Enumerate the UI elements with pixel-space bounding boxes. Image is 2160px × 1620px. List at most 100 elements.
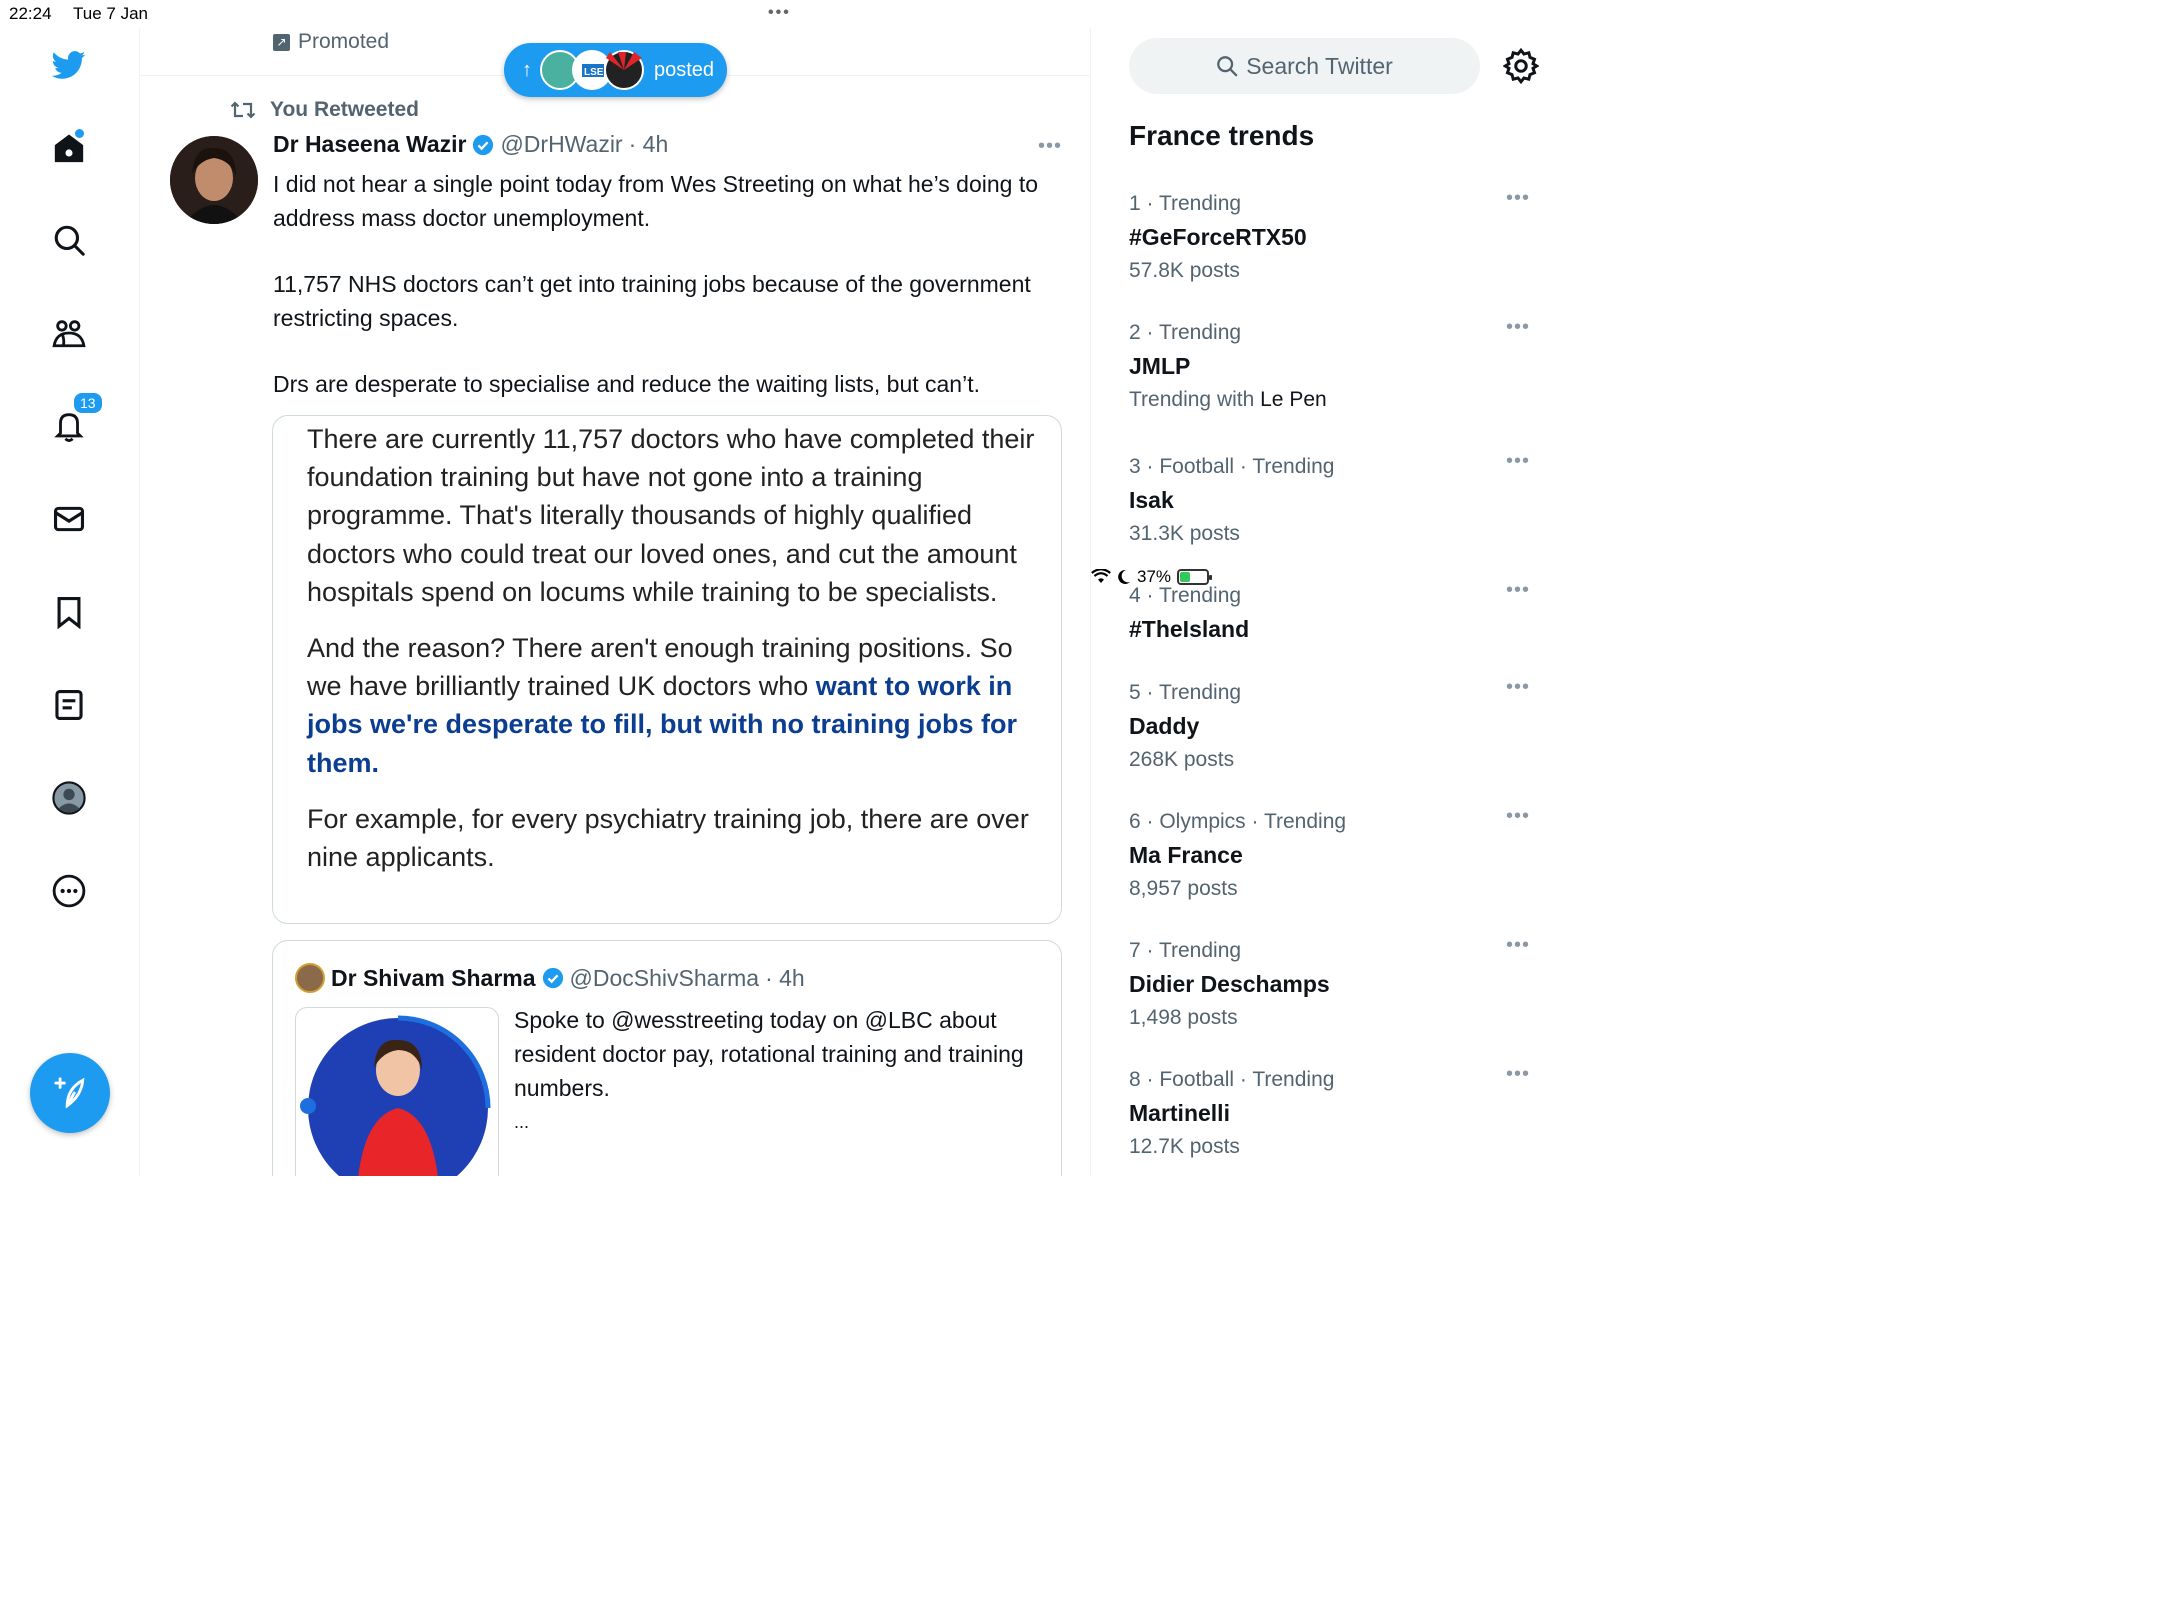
quoted-author-avatar xyxy=(295,963,325,993)
tweet-paragraph: Drs are desperate to specialise and redu… xyxy=(273,371,980,397)
trend-meta: 7 · Trending xyxy=(1129,939,1242,962)
trend-meta: 3 · Football · Trending xyxy=(1129,455,1335,478)
trend-item[interactable]: 3 · Football · Trending Isak 31.3K posts… xyxy=(1129,450,1530,550)
trend-context: Trending with Le Pen xyxy=(1129,384,1529,416)
promoted-text: Promoted xyxy=(298,30,390,53)
trend-name: Isak xyxy=(1129,487,1174,513)
trend-name: Daddy xyxy=(1129,713,1200,739)
media-paragraph: And the reason? There aren't enough trai… xyxy=(307,629,1043,782)
trend-more-icon[interactable]: ••• xyxy=(1506,187,1530,210)
trend-context-link[interactable]: Le Pen xyxy=(1260,388,1327,411)
tweet-text: I did not hear a single point today from… xyxy=(273,167,1063,433)
author-handle[interactable]: @DrHWazir xyxy=(500,131,622,158)
messages-icon[interactable] xyxy=(46,496,92,542)
posted-pill-label: posted xyxy=(654,58,715,81)
trend-posts: 268K posts xyxy=(1129,748,1235,771)
media-paragraph: There are currently 11,757 doctors who h… xyxy=(307,424,1035,607)
trend-name: Martinelli xyxy=(1129,1100,1230,1126)
trend-more-icon[interactable]: ••• xyxy=(1506,450,1530,473)
search-icon[interactable] xyxy=(46,217,92,263)
status-bar: 22:24 Tue 7 Jan ••• 37% xyxy=(0,0,1568,586)
author-name[interactable]: Dr Haseena Wazir xyxy=(273,131,466,158)
verified-icon xyxy=(542,967,563,989)
trend-meta: 5 · Trending xyxy=(1129,681,1242,704)
trend-item[interactable]: 8 · Football · Trending Martinelli 12.7K… xyxy=(1129,1063,1530,1163)
trend-name: #GeForceRTX50 xyxy=(1129,224,1307,250)
promoted-icon: ↗ xyxy=(273,33,290,51)
trend-meta: 8 · Football · Trending xyxy=(1129,1068,1335,1091)
new-posts-pill[interactable]: ↑ LSE posted xyxy=(504,43,727,97)
quoted-tweet-ellipsis: ... xyxy=(514,1112,530,1132)
author-avatar[interactable] xyxy=(170,136,258,224)
more-icon[interactable] xyxy=(46,868,92,914)
left-navigation: 13 xyxy=(0,28,140,1176)
trend-name: Ma France xyxy=(1129,842,1243,868)
notifications-icon[interactable]: 13 xyxy=(46,391,104,449)
quoted-tweet-header: Dr Shivam Sharma @DocShivSharma · 4h xyxy=(295,963,805,993)
trend-meta: 2 · Trending xyxy=(1129,321,1242,344)
trend-more-icon[interactable]: ••• xyxy=(1506,316,1530,339)
pill-avatar xyxy=(604,50,644,90)
trend-more-icon[interactable]: ••• xyxy=(1506,805,1530,828)
tweet-paragraph: 11,757 NHS doctors can’t get into traini… xyxy=(273,271,1031,331)
trend-meta: 6 · Olympics · Trending xyxy=(1129,810,1347,833)
verified-icon xyxy=(473,134,494,155)
quoted-tweet-body: Spoke to @wesstreeting today on @LBC abo… xyxy=(514,1007,1024,1101)
trend-name: JMLP xyxy=(1129,353,1191,379)
media-paragraph: For example, for every psychiatry traini… xyxy=(307,803,1029,873)
tweet-media-image[interactable]: There are currently 11,757 doctors who h… xyxy=(272,415,1062,924)
multitasking-dots[interactable]: ••• xyxy=(768,4,791,22)
trend-meta: 4 · Trending xyxy=(1129,584,1242,607)
home-unread-dot xyxy=(75,129,84,138)
quoted-tweet[interactable]: Dr Shivam Sharma @DocShivSharma · 4h Spo… xyxy=(272,940,1062,1176)
status-time: 22:24 xyxy=(9,4,52,23)
search-placeholder: Search Twitter xyxy=(1246,52,1393,79)
trend-meta: 1 · Trending xyxy=(1129,192,1242,215)
trend-item[interactable]: 2 · Trending JMLP Trending with Le Pen •… xyxy=(1129,316,1530,416)
trend-more-icon[interactable]: ••• xyxy=(1506,1063,1530,1086)
twitter-logo-icon[interactable] xyxy=(46,42,92,88)
timeline[interactable]: ↗ Promoted ↑ LSE posted You Retweeted Dr… xyxy=(140,28,1091,1176)
trend-context-prefix: Trending with xyxy=(1129,388,1261,411)
tweet-more-icon[interactable]: ••• xyxy=(1038,135,1062,158)
compose-button[interactable] xyxy=(30,1053,110,1133)
settings-icon[interactable] xyxy=(1503,48,1539,84)
trend-item[interactable]: 1 · Trending #GeForceRTX50 57.8K posts •… xyxy=(1129,187,1530,287)
trend-posts: 31.3K posts xyxy=(1129,522,1240,545)
bookmarks-icon[interactable] xyxy=(46,589,92,635)
quoted-author-name: Dr Shivam Sharma xyxy=(331,964,536,991)
trend-more-icon[interactable]: ••• xyxy=(1506,579,1530,602)
retweet-icon xyxy=(230,101,256,119)
retweet-label: You Retweeted xyxy=(270,98,419,121)
quoted-tweet-text: Spoke to @wesstreeting today on @LBC abo… xyxy=(514,1003,1044,1139)
communities-icon[interactable] xyxy=(46,310,92,356)
pill-avatars: LSE xyxy=(540,50,644,90)
profile-icon[interactable] xyxy=(46,775,92,821)
trend-posts: 8,957 posts xyxy=(1129,877,1238,900)
compose-icon xyxy=(54,1077,85,1109)
quoted-tweet-thumbnail[interactable] xyxy=(295,1007,499,1176)
home-icon[interactable] xyxy=(46,125,92,171)
retweet-context[interactable]: You Retweeted xyxy=(230,98,419,122)
trends-title: France trends xyxy=(1129,120,1315,151)
search-icon xyxy=(1217,56,1238,77)
trend-item[interactable]: 7 · Trending Didier Deschamps 1,498 post… xyxy=(1129,934,1530,1034)
svg-text:LSE: LSE xyxy=(584,67,604,78)
lists-icon[interactable] xyxy=(46,682,92,728)
trend-posts: 1,498 posts xyxy=(1129,1006,1238,1029)
arrow-up-icon: ↑ xyxy=(522,58,532,81)
status-date: Tue 7 Jan xyxy=(73,4,148,23)
trend-more-icon[interactable]: ••• xyxy=(1506,676,1530,699)
media-text: There are currently 11,757 doctors who h… xyxy=(307,420,1043,894)
quoted-tweet-time: · 4h xyxy=(765,964,805,991)
trend-item[interactable]: 5 · Trending Daddy 268K posts ••• xyxy=(1129,676,1530,776)
tweet-header: Dr Haseena Wazir @DrHWazir · 4h xyxy=(273,131,668,158)
search-bar[interactable]: Search Twitter xyxy=(1129,38,1480,94)
tweet-paragraph: I did not hear a single point today from… xyxy=(273,171,1039,231)
trend-posts: 12.7K posts xyxy=(1129,1135,1240,1158)
trend-posts: 57.8K posts xyxy=(1129,259,1240,282)
trend-item[interactable]: 4 · Trending #TheIsland ••• xyxy=(1129,579,1530,647)
trend-item[interactable]: 6 · Olympics · Trending Ma France 8,957 … xyxy=(1129,805,1530,905)
right-sidebar: Search Twitter France trends 1 · Trendin… xyxy=(1091,28,1568,1176)
trend-more-icon[interactable]: ••• xyxy=(1506,934,1530,957)
